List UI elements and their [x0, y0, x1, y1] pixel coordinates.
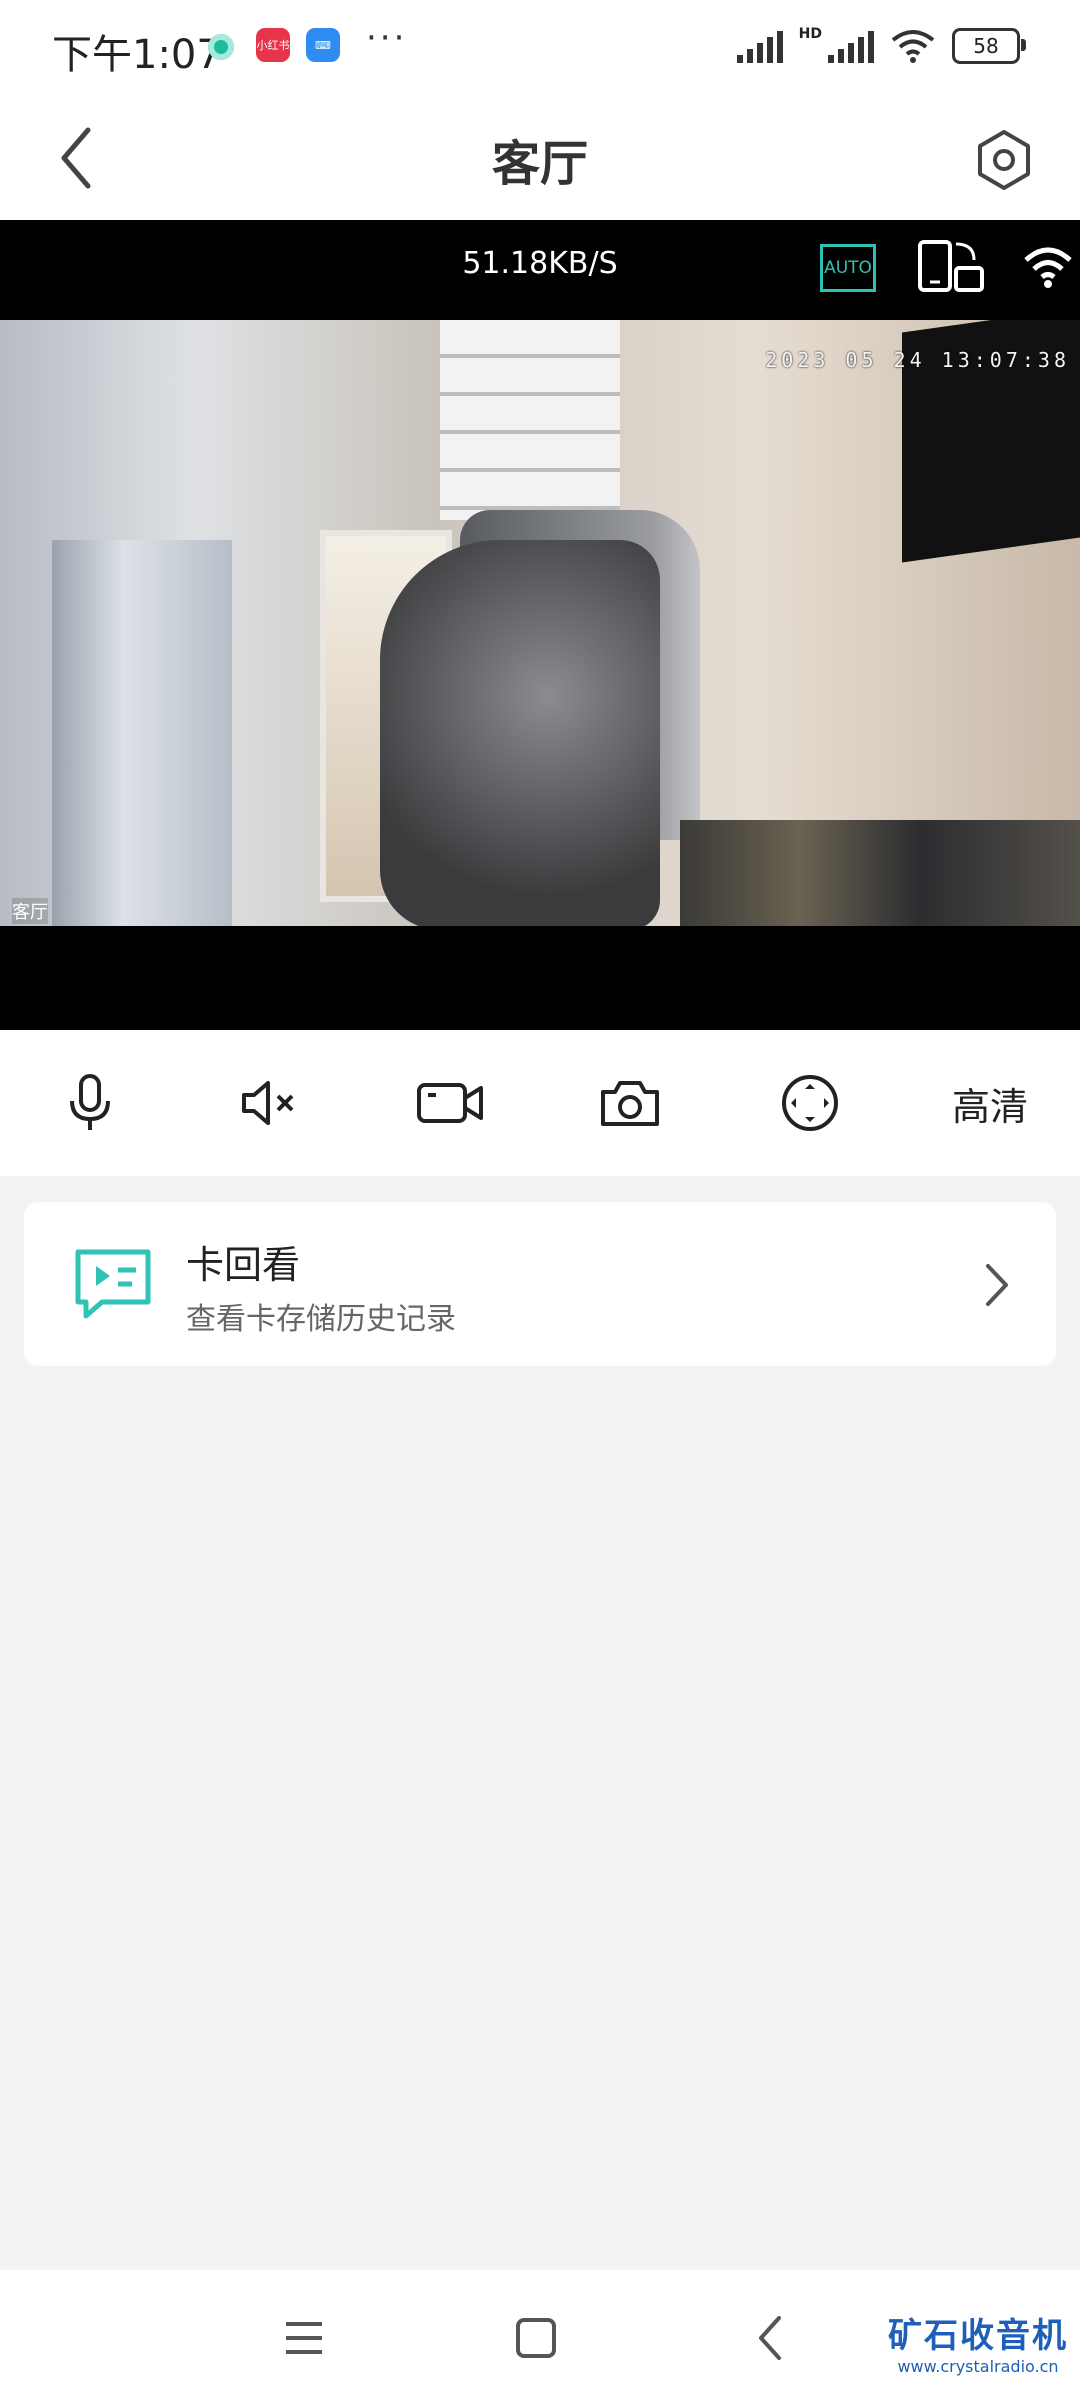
quality-label: 高清	[951, 1084, 1028, 1129]
gear-icon	[978, 130, 1030, 190]
battery-level: 58	[973, 34, 999, 58]
keyboard-app-icon: ⌨	[306, 28, 340, 62]
playback-chat-icon	[75, 1249, 151, 1319]
feed-fridge	[52, 540, 232, 926]
menu-lines-icon	[286, 2322, 322, 2354]
xiaohongshu-icon: 小红书	[256, 28, 290, 62]
feed-boxes	[440, 320, 620, 520]
mute-button[interactable]	[180, 1030, 360, 1176]
quality-button[interactable]: 高清	[900, 1030, 1080, 1176]
record-button[interactable]	[360, 1030, 540, 1176]
control-bar: 高清	[0, 1030, 1080, 1176]
microphone-icon	[70, 1074, 110, 1130]
video-player[interactable]: 51.18KB/S AUTO 2023 05 24 13:07:38 客厅	[0, 220, 1080, 1030]
page-title: 客厅	[491, 136, 588, 192]
ptz-control-button[interactable]	[720, 1030, 900, 1176]
status-time: 下午1:07	[52, 32, 222, 78]
osd-datetime: 2023 05 24 13:07:38	[765, 348, 1070, 372]
snapshot-button[interactable]	[540, 1030, 720, 1176]
system-back-button[interactable]	[730, 2298, 810, 2378]
watermark-brand: 矿石收音机	[888, 2316, 1068, 2356]
camera-icon	[601, 1081, 659, 1126]
video-camera-icon	[417, 1083, 483, 1123]
rotate-screen-icon[interactable]	[916, 236, 986, 296]
watermark-url: www.crystalradio.cn	[897, 2357, 1059, 2376]
battery-icon: 58	[952, 28, 1026, 64]
feed-speaker-front	[380, 540, 660, 926]
signal-icon	[736, 29, 783, 63]
camera-feed[interactable]: 2023 05 24 13:07:38 客厅	[0, 320, 1080, 926]
auto-quality-button[interactable]: AUTO	[820, 244, 876, 292]
back-triangle-icon	[759, 2316, 781, 2360]
direction-pad-icon	[782, 1075, 838, 1131]
talk-button[interactable]	[0, 1030, 180, 1176]
wifi-strength-icon	[1024, 247, 1072, 288]
wifi-icon	[891, 30, 935, 63]
status-bar: 下午1:07 小红书 ⌨ ··· HD 58	[0, 0, 1080, 98]
watermark-logo: 矿石收音机 www.crystalradio.cn	[888, 2308, 1068, 2376]
card-playback-item[interactable]: 卡回看 查看卡存储历史记录	[24, 1202, 1056, 1366]
home-button[interactable]	[496, 2298, 576, 2378]
settings-button[interactable]	[964, 120, 1044, 200]
system-nav-bar: 矿石收音机 www.crystalradio.cn	[0, 2270, 1080, 2400]
more-notifications-icon: ···	[366, 18, 408, 58]
hd-indicator: HD	[798, 26, 822, 42]
home-square-icon	[516, 2318, 556, 2358]
signal-icon-2	[828, 29, 874, 63]
card-subtitle: 查看卡存储历史记录	[186, 1302, 456, 1337]
camera-app-icon	[208, 34, 234, 60]
chevron-right-icon	[986, 1264, 1008, 1306]
speaker-muted-icon	[242, 1081, 294, 1125]
recent-apps-button[interactable]	[264, 2298, 344, 2378]
title-bar: 客厅	[0, 98, 1080, 220]
status-indicators: HD 58	[736, 26, 1026, 64]
feed-clutter	[680, 820, 1080, 926]
card-title: 卡回看	[186, 1243, 301, 1287]
osd-camera-name: 客厅	[12, 898, 48, 924]
